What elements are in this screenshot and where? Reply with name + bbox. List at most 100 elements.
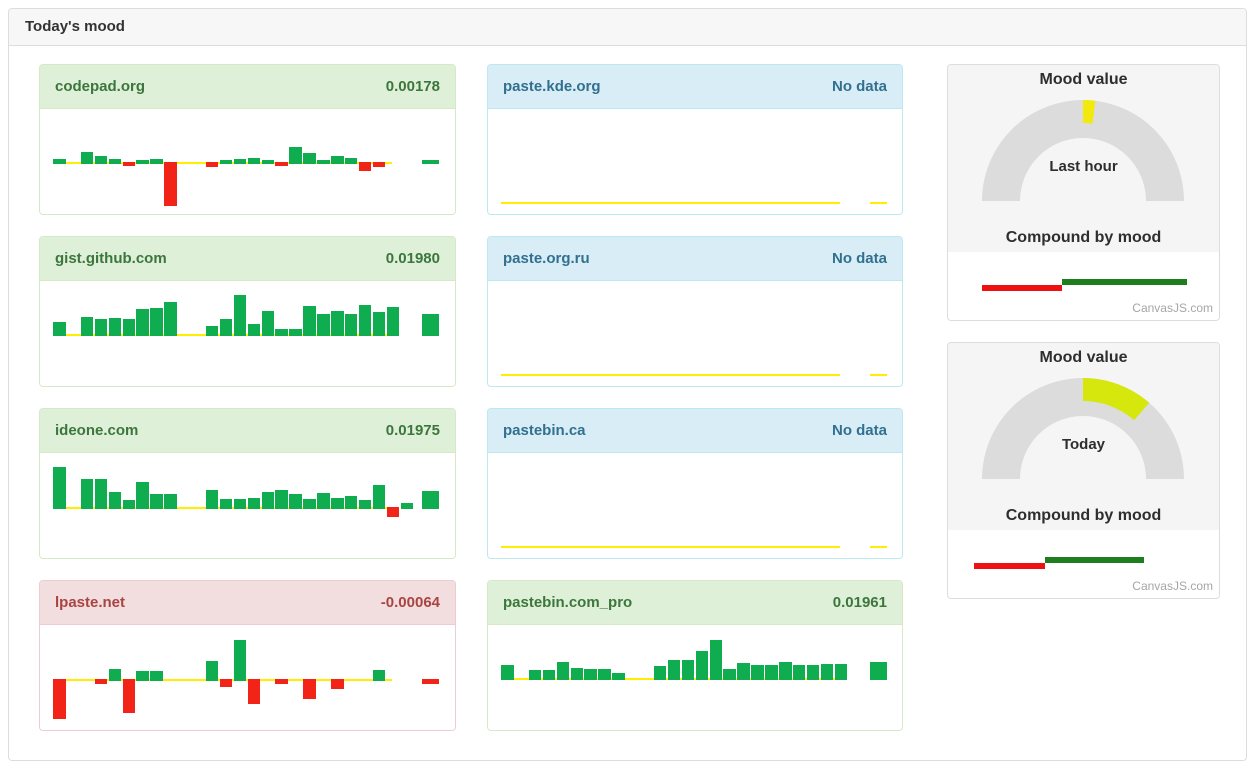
site-mood-value: No data — [832, 65, 887, 108]
site-panel-ideone: ideone.com 0.01975 — [39, 408, 456, 559]
chart-bar — [136, 309, 149, 336]
chart-bar — [248, 324, 261, 336]
chart-bar — [164, 302, 177, 336]
site-mood-value: 0.01980 — [386, 237, 440, 280]
canvasjs-watermark[interactable]: CanvasJS.com — [1132, 579, 1213, 593]
chart-bar — [765, 665, 778, 680]
gauge-period-label: Today — [948, 436, 1219, 453]
chart-bar — [109, 492, 122, 509]
chart-bar — [234, 640, 247, 681]
chart-bar — [150, 671, 163, 681]
gauge-panel-last-hour: Mood value Last hour Compound by mood Ca… — [947, 64, 1220, 321]
compound-bar-chart[interactable]: CanvasJS.com — [948, 530, 1219, 596]
chart-bar — [373, 162, 386, 167]
chart-bar — [373, 312, 386, 336]
chart-bar — [1045, 557, 1144, 563]
chart-bar — [109, 159, 122, 165]
chart-bar — [401, 503, 414, 509]
compound-title: Compound by mood — [948, 507, 1219, 525]
chart-bar — [81, 152, 94, 164]
mini-bar-chart[interactable] — [40, 281, 455, 386]
chart-bar — [317, 314, 330, 336]
chart-bar — [345, 496, 358, 509]
chart-bar — [81, 479, 94, 509]
chart-bar — [982, 285, 1062, 291]
mini-bar-chart[interactable] — [40, 453, 455, 558]
chart-bar — [359, 162, 372, 171]
site-panel-header: paste.kde.org No data — [488, 65, 902, 109]
chart-bar — [751, 665, 764, 680]
chart-bar — [557, 662, 570, 680]
site-name: pastebin.com_pro — [503, 581, 632, 624]
chart-bar — [359, 500, 372, 509]
gauge-arc — [948, 343, 1219, 503]
site-panel-header: codepad.org 0.00178 — [40, 65, 455, 109]
chart-bar — [262, 492, 275, 509]
todays-mood-panel: Today's mood codepad.org 0.00178 gist.gi… — [8, 8, 1247, 761]
site-panel-header: ideone.com 0.01975 — [40, 409, 455, 453]
chart-bar — [150, 159, 163, 164]
mini-bar-chart[interactable] — [40, 625, 455, 730]
chart-bar — [331, 156, 344, 164]
chart-bar — [109, 318, 122, 336]
chart-bar — [289, 329, 302, 336]
mini-bar-chart[interactable] — [488, 281, 902, 386]
gauge-chart[interactable]: Mood value Today Compound by mood — [948, 343, 1219, 530]
chart-bar — [206, 162, 219, 167]
chart-bar — [95, 156, 108, 164]
chart-bar — [234, 159, 247, 165]
chart-bar — [529, 670, 542, 680]
site-panel-pastebin-ca: pastebin.ca No data — [487, 408, 903, 559]
mini-bar-chart[interactable] — [488, 625, 902, 730]
compound-bar-chart[interactable]: CanvasJS.com — [948, 252, 1219, 318]
chart-bar — [501, 665, 514, 680]
gauge-period-label: Last hour — [948, 158, 1219, 175]
chart-bar — [422, 491, 439, 509]
chart-bar — [821, 664, 834, 680]
chart-bar — [136, 482, 149, 509]
chart-bar — [710, 640, 723, 680]
chart-bar — [123, 162, 136, 166]
chart-bar — [220, 319, 233, 336]
chart-bar — [206, 661, 219, 681]
chart-bar — [807, 665, 820, 680]
chart-bar — [345, 158, 358, 164]
mini-bar-chart[interactable] — [40, 109, 455, 214]
site-panel-header: paste.org.ru No data — [488, 237, 902, 281]
chart-bar — [262, 311, 275, 336]
chart-bar — [387, 307, 400, 336]
chart-bar — [220, 679, 233, 687]
canvasjs-watermark[interactable]: CanvasJS.com — [1132, 301, 1213, 315]
chart-bar — [373, 670, 386, 681]
chart-bar — [53, 159, 66, 164]
chart-bar — [109, 669, 122, 681]
site-name: paste.org.ru — [503, 237, 590, 280]
chart-bar — [331, 311, 344, 336]
mini-bar-chart[interactable] — [488, 453, 902, 558]
chart-bar — [668, 660, 681, 680]
chart-bar — [136, 671, 149, 681]
site-mood-value: 0.01961 — [833, 581, 887, 624]
chart-bar — [317, 160, 330, 164]
chart-bar — [870, 662, 887, 680]
chart-bar — [870, 374, 887, 376]
chart-bar — [331, 679, 344, 689]
chart-bar — [95, 319, 108, 336]
site-panel-header: pastebin.com_pro 0.01961 — [488, 581, 902, 625]
chart-bar — [275, 162, 288, 166]
site-panel-gist-github: gist.github.com 0.01980 — [39, 236, 456, 387]
site-mood-value: No data — [832, 409, 887, 452]
site-mood-value: 0.01975 — [386, 409, 440, 452]
chart-bar — [123, 319, 136, 336]
chart-bar — [95, 479, 108, 509]
chart-bar — [359, 305, 372, 336]
site-panel-header: gist.github.com 0.01980 — [40, 237, 455, 281]
chart-bar — [95, 679, 108, 684]
mini-bar-chart[interactable] — [488, 109, 902, 214]
chart-bar — [303, 679, 316, 699]
gauge-chart[interactable]: Mood value Last hour Compound by mood — [948, 65, 1219, 252]
chart-bar — [345, 314, 358, 336]
chart-bar — [870, 202, 887, 204]
chart-bar — [373, 485, 386, 509]
chart-bar — [53, 322, 66, 336]
